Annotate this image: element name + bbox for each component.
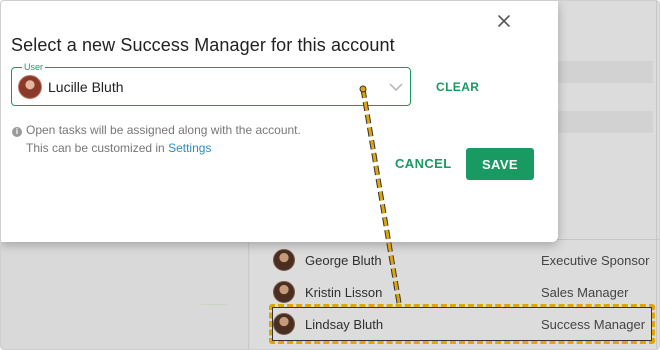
avatar xyxy=(273,249,295,271)
avatar xyxy=(273,281,295,303)
settings-link[interactable]: Settings xyxy=(168,141,211,155)
contact-role: Executive Sponsor xyxy=(541,252,650,268)
clear-button[interactable]: CLEAR xyxy=(436,80,479,94)
user-field-label: User xyxy=(22,61,46,73)
info-icon: i xyxy=(12,127,22,137)
background-divider xyxy=(201,304,227,305)
dropdown-toggle[interactable] xyxy=(388,80,404,94)
chevron-down-icon xyxy=(389,82,403,91)
info-text-line2: This can be customized in xyxy=(26,141,169,155)
contact-row: Kristin Lisson Sales Manager xyxy=(273,278,653,306)
contact-row: George Bluth Executive Sponsor xyxy=(273,246,653,274)
contact-role: Sales Manager xyxy=(541,284,629,300)
dialog-title: Select a new Success Manager for this ac… xyxy=(11,35,395,55)
close-icon xyxy=(498,15,510,27)
selected-user-value: Lucille Bluth xyxy=(48,78,124,95)
app-frame: George Bluth Executive Sponsor Kristin L… xyxy=(0,0,660,350)
avatar xyxy=(18,74,42,99)
contact-name: George Bluth xyxy=(305,252,382,268)
info-message: i Open tasks will be assigned along with … xyxy=(12,121,301,157)
cancel-button[interactable]: CANCEL xyxy=(395,156,452,171)
background-divider xyxy=(656,1,657,349)
highlight-annotation xyxy=(269,304,655,344)
user-select[interactable]: User Lucille Bluth xyxy=(11,61,411,106)
close-button[interactable] xyxy=(493,10,515,32)
success-manager-dialog: Select a new Success Manager for this ac… xyxy=(1,1,558,242)
info-text-line1: Open tasks will be assigned along with t… xyxy=(26,123,301,137)
save-button[interactable]: SAVE xyxy=(466,148,534,180)
contact-name: Kristin Lisson xyxy=(305,284,383,300)
